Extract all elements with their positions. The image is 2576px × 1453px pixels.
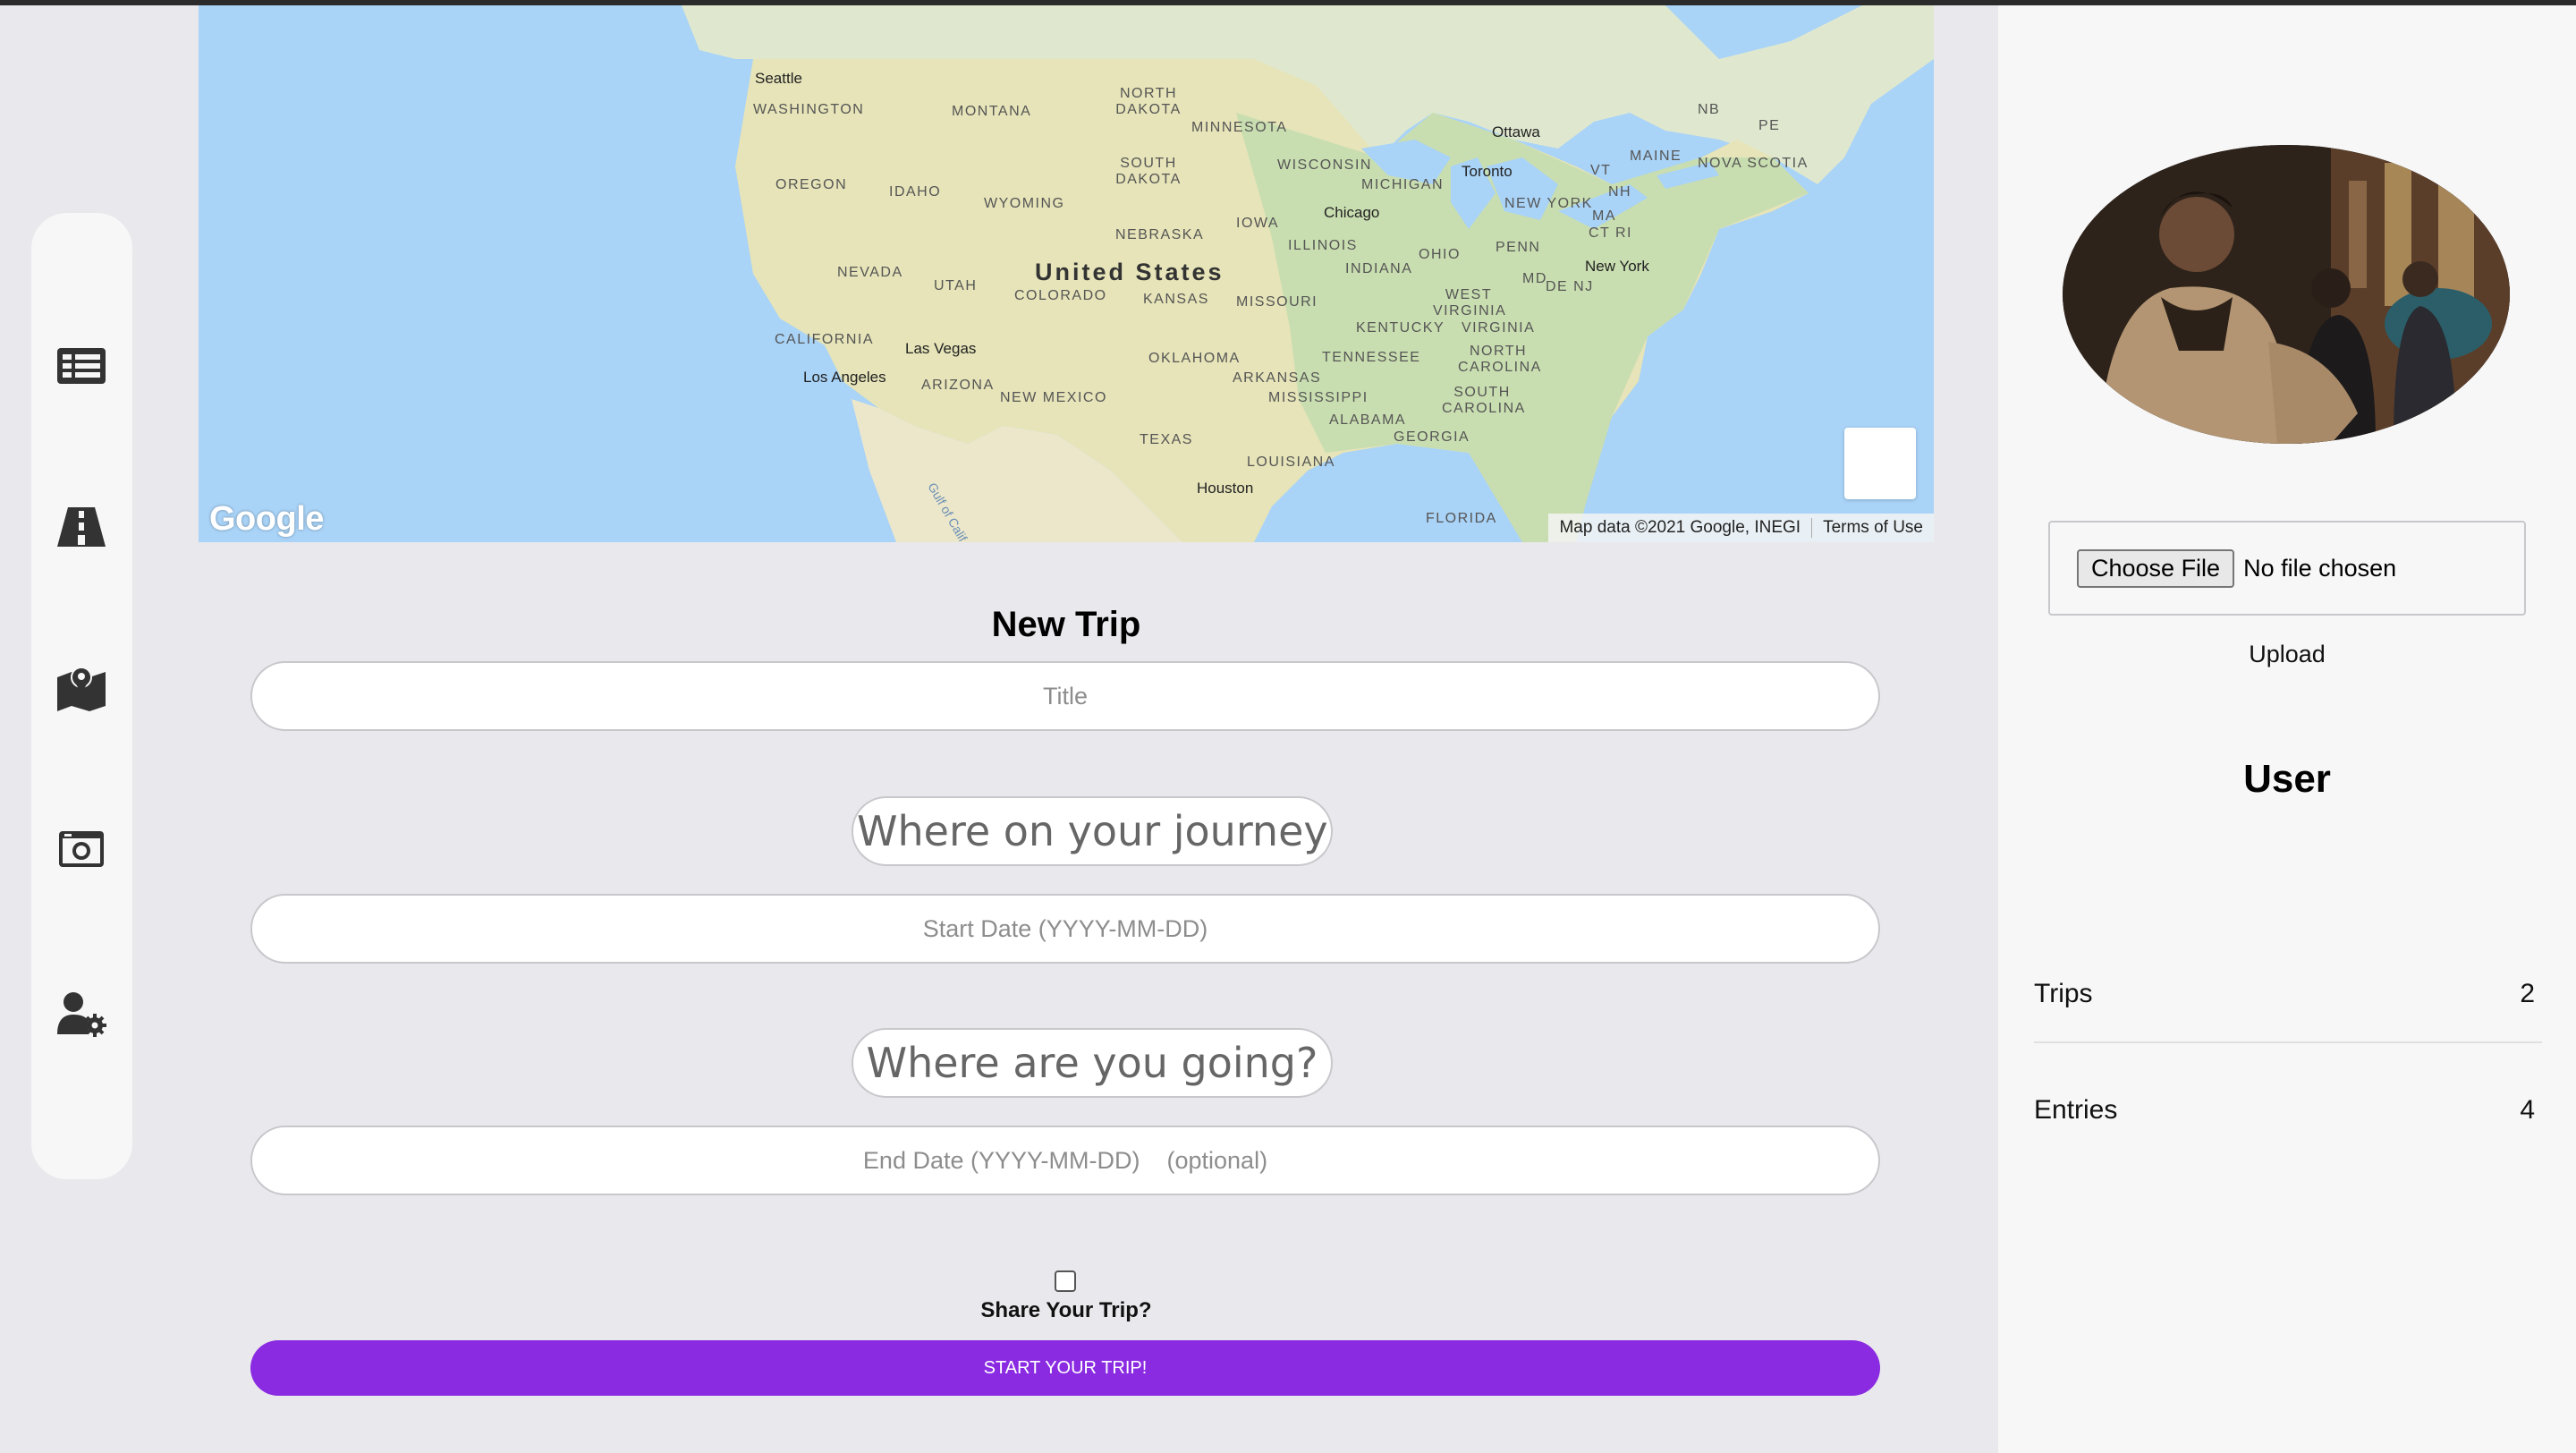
stat-value: 4 (2520, 1095, 2535, 1125)
map-label-state: VIRGINIA (1462, 320, 1536, 336)
stat-trips: Trips 2 (2034, 979, 2535, 1009)
road-icon (57, 507, 106, 547)
map-city: New York (1585, 258, 1649, 275)
map-label-state: MICHIGAN (1361, 177, 1444, 192)
map-label-state: NEW YORK (1504, 196, 1593, 211)
map-label-state: COLORADO (1014, 288, 1107, 303)
title-input[interactable] (250, 661, 1880, 731)
map-label-state: ARIZONA (921, 378, 995, 393)
profile-panel: Choose File No file chosen Upload User T… (1998, 5, 2576, 1453)
map-label-state: CALIFORNIA (775, 332, 875, 347)
map-label-state: KENTUCKY (1356, 320, 1445, 336)
file-upload-box: Choose File No file chosen (2048, 521, 2526, 616)
map-label-state: PENN (1496, 240, 1541, 255)
destination-input[interactable] (852, 1028, 1333, 1098)
origin-input[interactable] (852, 796, 1333, 866)
map-label-state: CT RI (1589, 225, 1632, 241)
map-label-state: SOUTH CAROLINA (1442, 385, 1526, 416)
map-label-state: NB (1698, 102, 1721, 117)
map-label-state: LOUISIANA (1247, 455, 1335, 470)
username-heading: User (2243, 757, 2331, 801)
map-label-state: NORTH CAROLINA (1458, 344, 1542, 375)
map-label-state: KANSAS (1143, 292, 1209, 307)
map-label-state: WASHINGTON (753, 102, 865, 117)
choose-file-button[interactable]: Choose File (2077, 548, 2235, 588)
map-label-state: NEVADA (837, 265, 903, 280)
map-icon (57, 667, 106, 711)
map-city: Los Angeles (803, 369, 886, 386)
map-label-state: OREGON (775, 177, 848, 192)
stat-label: Entries (2034, 1095, 2118, 1125)
map-label-state: ARKANSAS (1233, 370, 1322, 386)
map-label-state: UTAH (934, 278, 978, 293)
map-label-state: TEXAS (1140, 432, 1193, 447)
map-label-state: WEST VIRGINIA (1433, 287, 1507, 319)
map-label-state: DE NJ (1546, 279, 1594, 294)
map-label-state: WYOMING (984, 196, 1065, 211)
map-label-state: PE (1758, 118, 1781, 133)
map-city: Seattle (755, 70, 802, 87)
sidebar-item-trips[interactable] (55, 499, 108, 553)
map-city: Toronto (1462, 163, 1513, 180)
map-city: Houston (1197, 480, 1254, 497)
map-label-state: IDAHO (889, 184, 942, 200)
map-label-state: ILLINOIS (1288, 238, 1358, 253)
map-data-text: Map data ©2021 Google, INEGI (1559, 518, 1801, 537)
file-status-text: No file chosen (2243, 554, 2397, 582)
fullscreen-button[interactable] (1844, 428, 1916, 499)
share-label: Share Your Trip? (980, 1298, 1152, 1322)
map-label-state: MINNESOTA (1191, 120, 1288, 135)
user-settings-icon (57, 992, 106, 1037)
map-city: Chicago (1324, 204, 1380, 221)
map-label-state: NEW MEXICO (1000, 390, 1107, 405)
map-label-state: MA (1592, 208, 1616, 224)
avatar (2063, 145, 2510, 444)
map-label-state: WISCONSIN (1277, 157, 1372, 173)
map-label-state: MISSISSIPPI (1268, 390, 1368, 405)
map-label-state: SOUTH DAKOTA (1115, 156, 1182, 187)
map-label-state: NH (1608, 184, 1632, 200)
map-label-state: NEBRASKA (1115, 227, 1205, 242)
map-label-state: IOWA (1236, 216, 1280, 231)
map-label-state: MISSOURI (1236, 294, 1318, 310)
sidebar-item-photos[interactable] (55, 821, 108, 875)
stat-divider (2034, 1041, 2542, 1043)
map-label-state: MONTANA (952, 104, 1032, 119)
map-label-state: MD (1522, 271, 1547, 286)
form-title: New Trip (991, 605, 1141, 644)
map-label-state: TENNESSEE (1322, 350, 1421, 365)
start-date-input[interactable] (250, 894, 1880, 964)
map-label-state: MAINE (1630, 149, 1682, 164)
terms-link[interactable]: Terms of Use (1812, 518, 1934, 538)
sidebar-item-profile-settings[interactable] (55, 987, 108, 1041)
map-label-state: OHIO (1419, 247, 1461, 262)
map-label-state: INDIANA (1345, 261, 1413, 276)
map-label-state: NOVA SCOTIA (1698, 156, 1809, 171)
sidebar-item-map[interactable] (55, 660, 108, 714)
stat-label: Trips (2034, 979, 2093, 1008)
map-label-state: OKLAHOMA (1148, 351, 1241, 366)
camera-icon (59, 831, 104, 867)
start-trip-button[interactable]: START YOUR TRIP! (250, 1340, 1880, 1396)
map-city: Ottawa (1492, 123, 1540, 140)
stat-value: 2 (2520, 979, 2535, 1008)
map-label-state: ALABAMA (1329, 412, 1407, 428)
map-label-state: GEORGIA (1394, 429, 1470, 445)
stat-entries: Entries 4 (2034, 1095, 2535, 1126)
map-label-country: United States (1035, 259, 1224, 285)
upload-button[interactable]: Upload (1998, 641, 2576, 668)
map-label-state: FLORIDA (1426, 511, 1497, 526)
end-date-input[interactable] (250, 1126, 1880, 1195)
map-label-state: NORTH DAKOTA (1115, 86, 1182, 117)
google-logo: Google (209, 500, 324, 538)
trip-map[interactable]: United States WASHINGTON MONTANA NORTH D… (199, 5, 1934, 542)
sidebar-item-entries[interactable] (55, 338, 108, 392)
share-checkbox[interactable] (1055, 1270, 1076, 1292)
map-city: Las Vegas (905, 340, 977, 357)
sidebar-nav (31, 213, 132, 1179)
map-label-state: VT (1590, 163, 1612, 178)
map-attribution: Map data ©2021 Google, INEGI Terms of Us… (1548, 514, 1934, 542)
list-icon (57, 348, 106, 384)
